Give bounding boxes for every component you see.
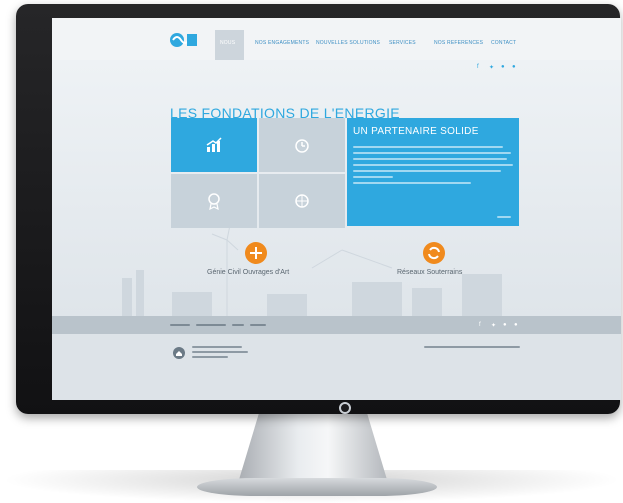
footer-address-line (192, 351, 248, 353)
footer-address-line (192, 346, 242, 348)
feature-text-line (353, 182, 471, 184)
nav-item-contact[interactable]: CONTACT (491, 40, 516, 46)
feature-text-line (353, 158, 507, 160)
clock-icon (295, 139, 309, 153)
service-icon[interactable] (245, 242, 267, 264)
feature-more-link[interactable] (497, 216, 511, 218)
footer-link[interactable] (232, 324, 244, 326)
feature-text-line (353, 170, 501, 172)
logo[interactable] (169, 30, 199, 50)
nav-item-engagements[interactable]: NOS ENGAGEMENTS (255, 40, 309, 46)
home-icon[interactable] (172, 346, 186, 360)
footer-link[interactable] (250, 324, 266, 326)
tile-clock[interactable] (259, 118, 345, 172)
share-icon[interactable]: ● (503, 322, 507, 328)
facebook-icon[interactable]: f (479, 322, 481, 328)
tile-globe[interactable] (259, 174, 345, 228)
nav-item-references[interactable]: NOS REFERENCES (434, 40, 483, 46)
monitor-stand (238, 413, 388, 483)
twitter-icon[interactable]: ✦ (489, 64, 494, 71)
footer-address-line (192, 356, 228, 358)
globe-icon (295, 194, 309, 208)
rss-icon[interactable]: ● (512, 64, 516, 70)
feature-title: UN PARTENAIRE SOLIDE (353, 126, 479, 137)
nav-item-nous[interactable]: NOUS (220, 40, 235, 46)
service-label-reseaux[interactable]: Réseaux Souterrains (397, 269, 462, 276)
share-icon[interactable]: ● (501, 64, 505, 70)
feature-text-line (353, 152, 511, 154)
footer-copyright-line (424, 346, 520, 348)
feature-panel: UN PARTENAIRE SOLIDE (347, 118, 519, 226)
tile-chart[interactable] (171, 118, 257, 172)
scene: NOUS NOS ENGAGEMENTS NOUVELLES SOLUTIONS… (0, 0, 623, 503)
footer-link[interactable] (196, 324, 226, 326)
chart-icon (206, 137, 222, 152)
monitor-base (197, 478, 437, 496)
feature-text-line (353, 146, 503, 148)
footer-link[interactable] (170, 324, 190, 326)
footer-band (52, 316, 621, 334)
award-icon (208, 193, 220, 210)
footer (52, 334, 621, 400)
feature-text-line (353, 176, 393, 178)
navbar (52, 18, 621, 60)
nav-item-services[interactable]: SERVICES (389, 40, 416, 46)
cycle-icon[interactable] (423, 242, 445, 264)
rss-icon[interactable]: ● (514, 322, 518, 328)
nav-item-solutions[interactable]: NOUVELLES SOLUTIONS (316, 40, 380, 46)
website-screen: NOUS NOS ENGAGEMENTS NOUVELLES SOLUTIONS… (52, 18, 621, 400)
facebook-icon[interactable]: f (477, 64, 479, 70)
twitter-icon[interactable]: ✦ (491, 322, 496, 329)
monitor: NOUS NOS ENGAGEMENTS NOUVELLES SOLUTIONS… (16, 4, 621, 414)
feature-text-line (353, 164, 513, 166)
service-label-genie-civil[interactable]: Génie Civil Ouvrages d'Art (207, 269, 289, 276)
tile-award[interactable] (171, 174, 257, 228)
monitor-power-button (339, 402, 351, 414)
